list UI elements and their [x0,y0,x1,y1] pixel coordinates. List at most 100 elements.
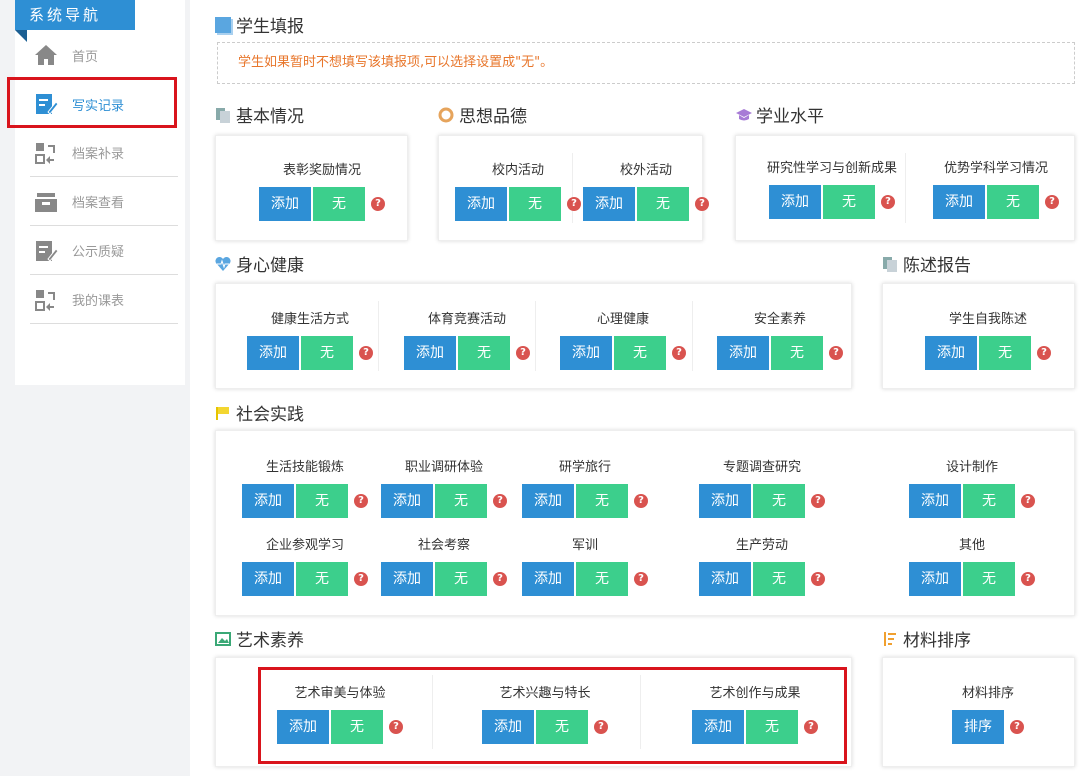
help-icon[interactable]: ? [695,197,709,211]
add-button[interactable]: 添加 [381,562,433,596]
section-heading-7: 材料排序 [882,626,971,651]
sidebar-item-label: 我的课表 [72,290,124,309]
item-label: 研究性学习与创新成果 [752,160,912,178]
highlight-box-art [258,667,847,764]
none-button[interactable]: 无 [979,336,1031,370]
add-button[interactable]: 添加 [381,484,433,518]
sidebar-item-label: 首页 [72,46,98,65]
add-button[interactable]: 添加 [242,562,294,596]
add-button[interactable]: 添加 [455,187,507,221]
none-button[interactable]: 无 [435,484,487,518]
help-icon[interactable]: ? [811,494,825,508]
none-button[interactable]: 无 [823,185,875,219]
image-icon [215,631,231,647]
form-item: 学生自我陈述添加无? [908,311,1068,370]
archive-box-icon [32,189,60,215]
sidebar-title-fold [15,30,27,42]
heartbeat-icon [215,256,231,272]
document-icon [882,256,898,272]
section-heading-2: 学业水平 [735,102,824,127]
help-icon[interactable]: ? [1021,494,1035,508]
sort-button[interactable]: 排序 [952,710,1004,744]
none-button[interactable]: 无 [987,185,1039,219]
add-button[interactable]: 添加 [242,484,294,518]
form-item: 研学旅行添加无? [505,459,665,518]
none-button[interactable]: 无 [301,336,353,370]
form-item: 企业参观学习添加无? [225,537,385,596]
add-button[interactable]: 添加 [404,336,456,370]
help-icon[interactable]: ? [634,572,648,586]
help-icon[interactable]: ? [359,346,373,360]
swap-icon [32,287,60,313]
section-heading-1: 思想品德 [438,102,527,127]
help-icon[interactable]: ? [634,494,648,508]
help-icon[interactable]: ? [1010,720,1024,734]
sidebar-item-3[interactable]: 档案查看 [30,178,178,226]
none-button[interactable]: 无 [771,336,823,370]
add-button[interactable]: 添加 [699,484,751,518]
sidebar-item-4[interactable]: 公示质疑 [30,227,178,275]
section-title: 陈述报告 [903,251,971,276]
add-button[interactable]: 添加 [909,484,961,518]
none-button[interactable]: 无 [296,562,348,596]
form-item: 生产劳动添加无? [682,537,842,596]
help-icon[interactable]: ? [1037,346,1051,360]
item-label: 生产劳动 [682,537,842,555]
flag-icon [215,405,231,421]
section-heading-0: 基本情况 [215,102,304,127]
none-button[interactable]: 无 [313,187,365,221]
section-title: 材料排序 [903,626,971,651]
section-title: 社会实践 [236,400,304,425]
add-button[interactable]: 添加 [522,562,574,596]
item-label: 材料排序 [908,685,1068,703]
none-button[interactable]: 无 [296,484,348,518]
item-label: 军训 [505,537,665,555]
add-button[interactable]: 添加 [925,336,977,370]
item-label: 体育竞赛活动 [387,311,547,329]
none-button[interactable]: 无 [576,484,628,518]
add-button[interactable]: 添加 [699,562,751,596]
form-item: 优势学科学习情况添加无? [916,160,1076,219]
page-icon [215,17,231,33]
add-button[interactable]: 添加 [522,484,574,518]
none-button[interactable]: 无 [509,187,561,221]
add-button[interactable]: 添加 [259,187,311,221]
help-icon[interactable]: ? [1045,195,1059,209]
form-item: 校外活动添加无? [566,162,726,221]
add-button[interactable]: 添加 [583,187,635,221]
help-icon[interactable]: ? [516,346,530,360]
none-button[interactable]: 无 [614,336,666,370]
add-button[interactable]: 添加 [909,562,961,596]
help-icon[interactable]: ? [881,195,895,209]
add-button[interactable]: 添加 [769,185,821,219]
sidebar-item-2[interactable]: 档案补录 [30,129,178,177]
form-item: 体育竞赛活动添加无? [387,311,547,370]
add-button[interactable]: 添加 [933,185,985,219]
help-icon[interactable]: ? [811,572,825,586]
section-title: 艺术素养 [236,626,304,651]
sidebar-item-0[interactable]: 首页 [30,31,178,79]
none-button[interactable]: 无 [963,484,1015,518]
none-button[interactable]: 无 [963,562,1015,596]
swap-icon [32,140,60,166]
help-icon[interactable]: ? [1021,572,1035,586]
none-button[interactable]: 无 [753,562,805,596]
none-button[interactable]: 无 [753,484,805,518]
sidebar-item-label: 档案补录 [72,143,124,162]
none-button[interactable]: 无 [576,562,628,596]
add-button[interactable]: 添加 [247,336,299,370]
help-icon[interactable]: ? [371,197,385,211]
add-button[interactable]: 添加 [717,336,769,370]
notice-box: 学生如果暂时不想填写该填报项,可以选择设置成"无"。 [217,42,1075,84]
sidebar-item-5[interactable]: 我的课表 [30,276,178,324]
add-button[interactable]: 添加 [560,336,612,370]
none-button[interactable]: 无 [458,336,510,370]
none-button[interactable]: 无 [435,562,487,596]
item-label: 专题调查研究 [682,459,842,477]
page-title: 学生填报 [215,12,304,37]
form-item: 表彰奖励情况添加无? [242,162,402,221]
none-button[interactable]: 无 [637,187,689,221]
help-icon[interactable]: ? [829,346,843,360]
help-icon[interactable]: ? [672,346,686,360]
document-icon [215,107,231,123]
